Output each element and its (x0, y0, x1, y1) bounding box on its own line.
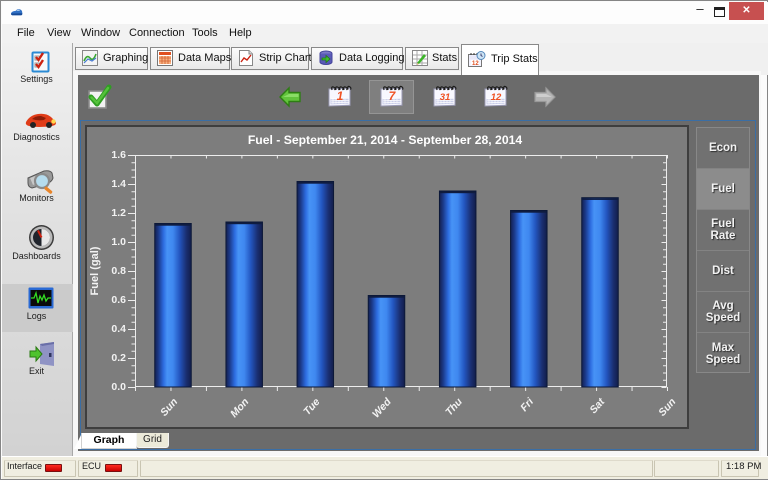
svg-text:Fri: Fri (518, 395, 537, 414)
svg-text:0.2: 0.2 (111, 352, 126, 364)
svg-text:31: 31 (440, 92, 451, 103)
svg-text:1: 1 (337, 89, 344, 103)
svg-text:Fuel - September 21, 2014 - Se: Fuel - September 21, 2014 - September 28… (248, 133, 523, 147)
svg-text:Thu: Thu (443, 396, 465, 419)
svg-text:Sun: Sun (656, 396, 678, 419)
svg-text:1.4: 1.4 (111, 178, 126, 190)
svg-text:0.0: 0.0 (111, 381, 126, 393)
svg-text:Tue: Tue (301, 396, 322, 418)
svg-text:0.6: 0.6 (111, 294, 126, 306)
svg-text:12: 12 (472, 61, 479, 67)
svg-text:Fuel (gal): Fuel (gal) (89, 246, 101, 295)
svg-text:1.6: 1.6 (111, 149, 126, 161)
svg-text:0.4: 0.4 (111, 323, 126, 335)
svg-text:Wed: Wed (370, 396, 394, 421)
svg-text:1.2: 1.2 (111, 207, 126, 219)
svg-text:Sun: Sun (158, 396, 180, 419)
svg-text:12: 12 (491, 92, 502, 103)
svg-text:Sat: Sat (587, 396, 607, 417)
svg-text:0.8: 0.8 (111, 265, 126, 277)
svg-text:Mon: Mon (228, 396, 251, 420)
svg-text:1.0: 1.0 (111, 236, 126, 248)
